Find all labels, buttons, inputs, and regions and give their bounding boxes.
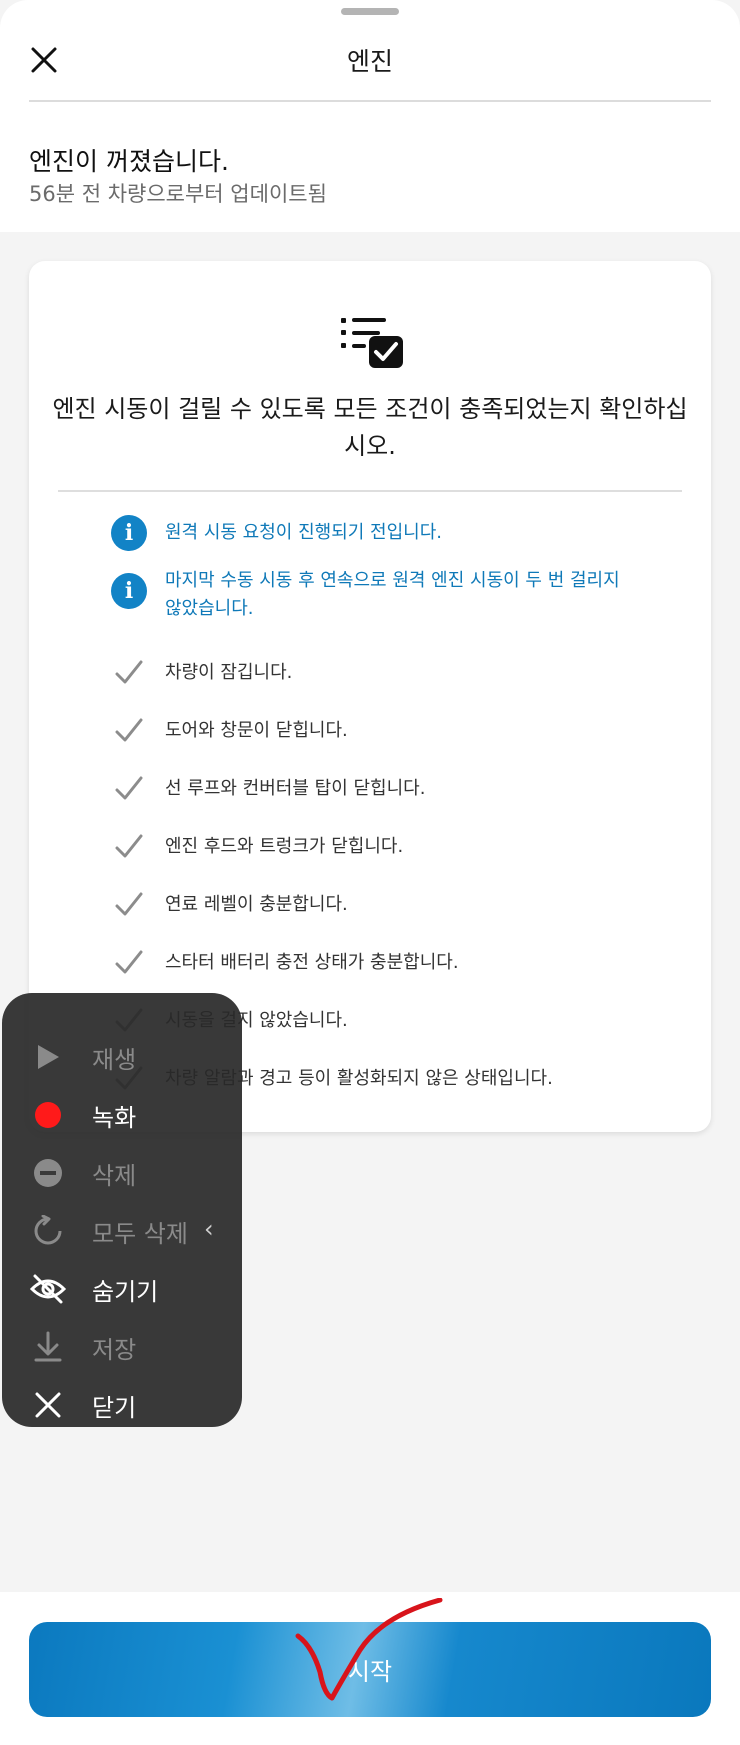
check-icon <box>115 834 143 858</box>
start-button[interactable]: 시작 <box>29 1622 711 1717</box>
list-item: i 원격 시동 요청이 진행되기 전입니다. <box>109 513 669 571</box>
card-divider <box>58 490 682 492</box>
info-icon: i <box>111 515 147 551</box>
sheet-header: 엔진 엔진이 꺼졌습니다. 56분 전 차량으로부터 업데이트됨 <box>0 0 740 232</box>
list-item: 엔진 후드와 트렁크가 닫힙니다. <box>109 827 669 885</box>
chevron-left-icon[interactable]: ‹ <box>204 1215 214 1243</box>
card-title: 엔진 시동이 걸릴 수 있도록 모든 조건이 충족되었는지 확인하십시오. <box>52 395 688 460</box>
record-icon <box>35 1102 61 1128</box>
play-icon <box>38 1045 59 1069</box>
menu-item-hide[interactable]: 숨기기 <box>30 1267 230 1311</box>
list-item: 도어와 창문이 닫힙니다. <box>109 711 669 769</box>
check-icon <box>115 776 143 800</box>
engine-status: 엔진이 꺼졌습니다. <box>29 147 229 176</box>
menu-item-delete-all[interactable]: 모두 삭제 ‹ <box>30 1209 230 1253</box>
close-icon <box>35 1392 61 1418</box>
refresh-icon <box>34 1215 62 1245</box>
checklist-icon <box>341 318 403 368</box>
recorder-overlay-menu: 재생 녹화 삭제 모두 삭제 ‹ 숨기기 저장 닫기 <box>2 993 242 1427</box>
minus-circle-icon <box>34 1159 62 1187</box>
menu-item-delete[interactable]: 삭제 <box>30 1151 230 1195</box>
menu-item-save[interactable]: 저장 <box>30 1325 230 1369</box>
list-item: 선 루프와 컨버터블 탑이 닫힙니다. <box>109 769 669 827</box>
check-icon <box>115 718 143 742</box>
list-item: 연료 레벨이 충분합니다. <box>109 885 669 943</box>
start-button-label: 시작 <box>347 1658 393 1686</box>
list-item: i 마지막 수동 시동 후 연속으로 원격 엔진 시동이 두 번 걸리지 않았습… <box>109 570 669 653</box>
menu-item-play[interactable]: 재생 <box>30 1035 230 1079</box>
check-icon <box>115 950 143 974</box>
info-icon: i <box>111 573 147 609</box>
eye-off-icon <box>30 1274 66 1304</box>
check-icon <box>115 660 143 684</box>
check-icon <box>115 892 143 916</box>
status-updated-time: 56분 전 차량으로부터 업데이트됨 <box>29 182 327 206</box>
download-icon <box>34 1331 62 1362</box>
list-item: 차량이 잠깁니다. <box>109 653 669 711</box>
page-title: 엔진 <box>346 47 393 76</box>
header-divider <box>29 100 711 102</box>
drag-handle[interactable] <box>341 8 399 15</box>
menu-item-record[interactable]: 녹화 <box>30 1093 230 1137</box>
menu-item-close[interactable]: 닫기 <box>30 1383 230 1427</box>
